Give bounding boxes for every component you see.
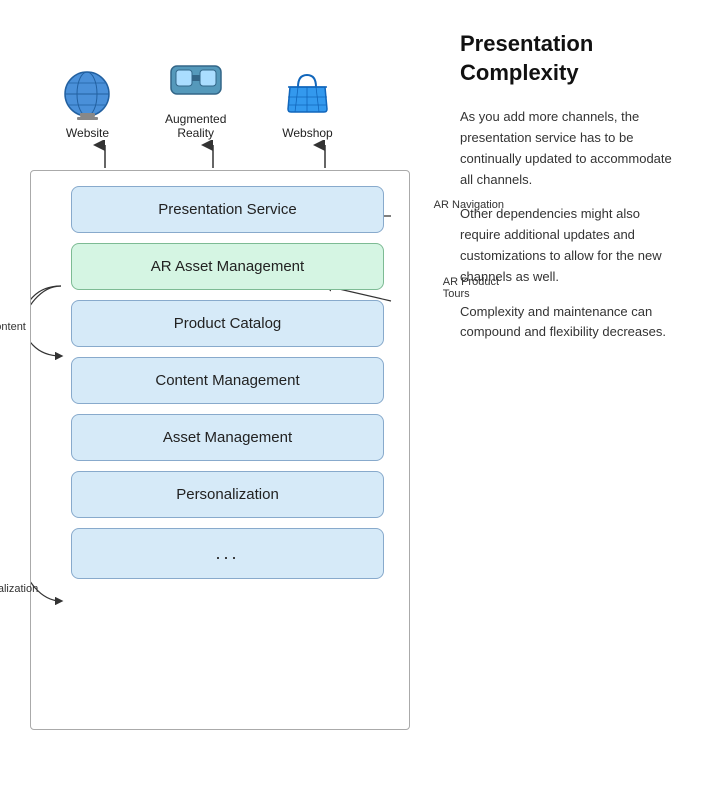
website-icon-item: Website bbox=[60, 67, 115, 140]
panel-title: Presentation Complexity bbox=[460, 30, 680, 87]
website-icon bbox=[60, 67, 115, 122]
webshop-icon-item: Webshop bbox=[280, 67, 335, 140]
services-box: AR Navigation AR Product Tours AR Conten… bbox=[30, 170, 410, 730]
asset-management-block: Asset Management bbox=[71, 414, 384, 461]
ar-product-tours-label: AR Product Tours bbox=[443, 276, 499, 300]
website-label: Website bbox=[66, 126, 109, 140]
ar-icon bbox=[166, 48, 226, 108]
webshop-label: Webshop bbox=[282, 126, 332, 140]
ar-icon-item: Augmented Reality bbox=[165, 48, 226, 140]
presentation-service-block: Presentation Service bbox=[71, 186, 384, 233]
content-management-block: Content Management bbox=[71, 357, 384, 404]
ellipsis-block: ... bbox=[71, 528, 384, 579]
ar-asset-management-block: AR Asset Management bbox=[71, 243, 384, 290]
paragraph-1: As you add more channels, the presentati… bbox=[460, 107, 680, 190]
text-panel: Presentation Complexity As you add more … bbox=[440, 10, 695, 782]
paragraph-3: Complexity and maintenance can compound … bbox=[460, 302, 680, 344]
ar-navigation-label: AR Navigation bbox=[434, 199, 504, 211]
personalization-block: Personalization bbox=[71, 471, 384, 518]
webshop-icon bbox=[280, 67, 335, 122]
icons-row: Website Augmented Reality bbox=[10, 10, 440, 140]
ar-content-label: AR Content bbox=[0, 321, 26, 333]
diagram-area: Website Augmented Reality bbox=[10, 10, 440, 782]
ar-label: Augmented Reality bbox=[165, 112, 226, 140]
ar-personalization-label: AR Personalization bbox=[0, 571, 38, 595]
main-container: Website Augmented Reality bbox=[0, 0, 705, 792]
product-catalog-block: Product Catalog bbox=[71, 300, 384, 347]
top-arrows-svg bbox=[20, 140, 400, 170]
